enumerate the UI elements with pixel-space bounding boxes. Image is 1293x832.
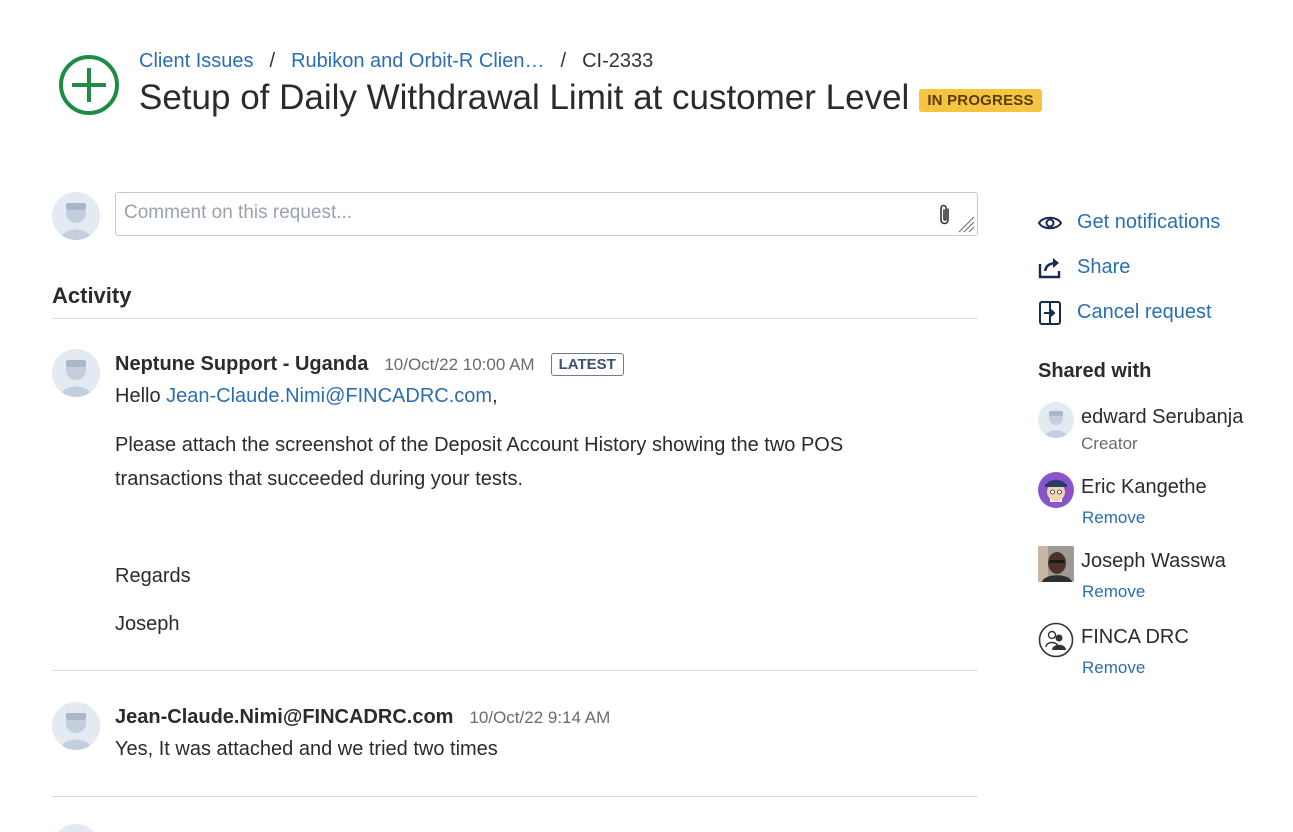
breadcrumb-separator: / — [560, 50, 567, 72]
activity-meta: Neptune Support - Uganda 10/Oct/22 10:00… — [115, 353, 624, 376]
divider — [52, 670, 978, 671]
comment-signature: Joseph — [115, 613, 180, 635]
action-label[interactable]: Share — [1077, 256, 1130, 279]
comment-paragraph-line: Please attach the screenshot of the Depo… — [115, 434, 844, 456]
greeting-text: Hello — [115, 385, 167, 407]
breadcrumb-service-desk-link[interactable]: Rubikon and Orbit-R Clien… — [291, 50, 544, 73]
participant-avatar — [1038, 546, 1074, 582]
comment-input[interactable] — [116, 193, 916, 233]
participant-name: Joseph Wasswa — [1081, 550, 1226, 572]
remove-participant-link[interactable]: Remove — [1082, 582, 1145, 602]
cancel-request-icon — [1037, 300, 1063, 326]
author-name: Neptune Support - Uganda — [115, 353, 369, 375]
activity-item: Jean-Claude.Nimi@FINCADRC.com 10/Oct/22 … — [52, 702, 978, 797]
participant-name: edward Serubanja — [1081, 406, 1244, 428]
activity-meta: Jean-Claude.Nimi@FINCADRC.com 10/Oct/22 … — [115, 706, 610, 729]
comment-text: Yes, It was attached and we tried two ti… — [115, 738, 498, 760]
latest-badge: LATEST — [550, 353, 624, 376]
participant-avatar — [1038, 402, 1074, 438]
status-badge: IN PROGRESS — [919, 88, 1042, 112]
eye-icon — [1037, 210, 1063, 236]
participant-name: Eric Kangethe — [1081, 476, 1207, 498]
shared-participant: edward Serubanja Creator — [1038, 402, 1278, 458]
comment-field[interactable] — [115, 192, 978, 236]
comment-greeting: Hello Jean-Claude.Nimi@FINCADRC.com, — [115, 379, 498, 413]
resize-handle-icon[interactable] — [955, 213, 975, 233]
remove-participant-link[interactable]: Remove — [1082, 508, 1145, 528]
organization-icon — [1038, 622, 1074, 658]
breadcrumb: Client Issues / Rubikon and Orbit-R Clie… — [139, 50, 653, 73]
shared-participant: Eric Kangethe Remove — [1038, 472, 1278, 534]
comment-paragraph-line: transactions that succeeded during your … — [115, 468, 524, 490]
request-actions: Get notifications Share Cancel request — [1037, 200, 1220, 335]
share-action[interactable]: Share — [1037, 245, 1220, 290]
timestamp: 10/Oct/22 9:14 AM — [469, 707, 611, 727]
author-name: Jean-Claude.Nimi@FINCADRC.com — [115, 706, 454, 728]
remove-participant-link[interactable]: Remove — [1082, 658, 1145, 678]
activity-item — [52, 824, 978, 832]
action-label[interactable]: Get notifications — [1077, 211, 1220, 234]
activity-heading: Activity — [52, 283, 132, 308]
project-add-icon[interactable] — [58, 54, 120, 116]
author-avatar — [52, 702, 100, 750]
participant-role: Creator — [1081, 434, 1138, 453]
participant-name: FINCA DRC — [1081, 626, 1189, 648]
title-row: Setup of Daily Withdrawal Limit at custo… — [139, 78, 1042, 118]
shared-participant: Joseph Wasswa Remove — [1038, 546, 1278, 608]
activity-item: Neptune Support - Uganda 10/Oct/22 10:00… — [52, 349, 978, 671]
action-label[interactable]: Cancel request — [1077, 301, 1212, 324]
share-icon — [1037, 255, 1063, 281]
shared-participant: FINCA DRC Remove — [1038, 622, 1278, 684]
divider — [52, 318, 978, 319]
breadcrumb-project-link[interactable]: Client Issues — [139, 50, 254, 73]
participant-avatar — [1038, 472, 1074, 508]
current-user-avatar — [52, 192, 100, 240]
shared-with-heading: Shared with — [1038, 360, 1152, 382]
author-avatar — [52, 349, 100, 397]
breadcrumb-issue-key: CI-2333 — [582, 50, 654, 72]
get-notifications-action[interactable]: Get notifications — [1037, 200, 1220, 245]
page-title: Setup of Daily Withdrawal Limit at custo… — [139, 78, 910, 117]
comment-signoff: Regards — [115, 565, 191, 587]
mention-link[interactable]: Jean-Claude.Nimi@FINCADRC.com — [166, 385, 492, 407]
author-avatar — [52, 824, 100, 832]
greeting-end: , — [492, 385, 498, 407]
cancel-request-action[interactable]: Cancel request — [1037, 290, 1220, 335]
breadcrumb-separator: / — [269, 50, 276, 72]
divider — [52, 796, 978, 797]
paperclip-icon[interactable] — [937, 203, 953, 227]
timestamp: 10/Oct/22 10:00 AM — [384, 354, 535, 374]
